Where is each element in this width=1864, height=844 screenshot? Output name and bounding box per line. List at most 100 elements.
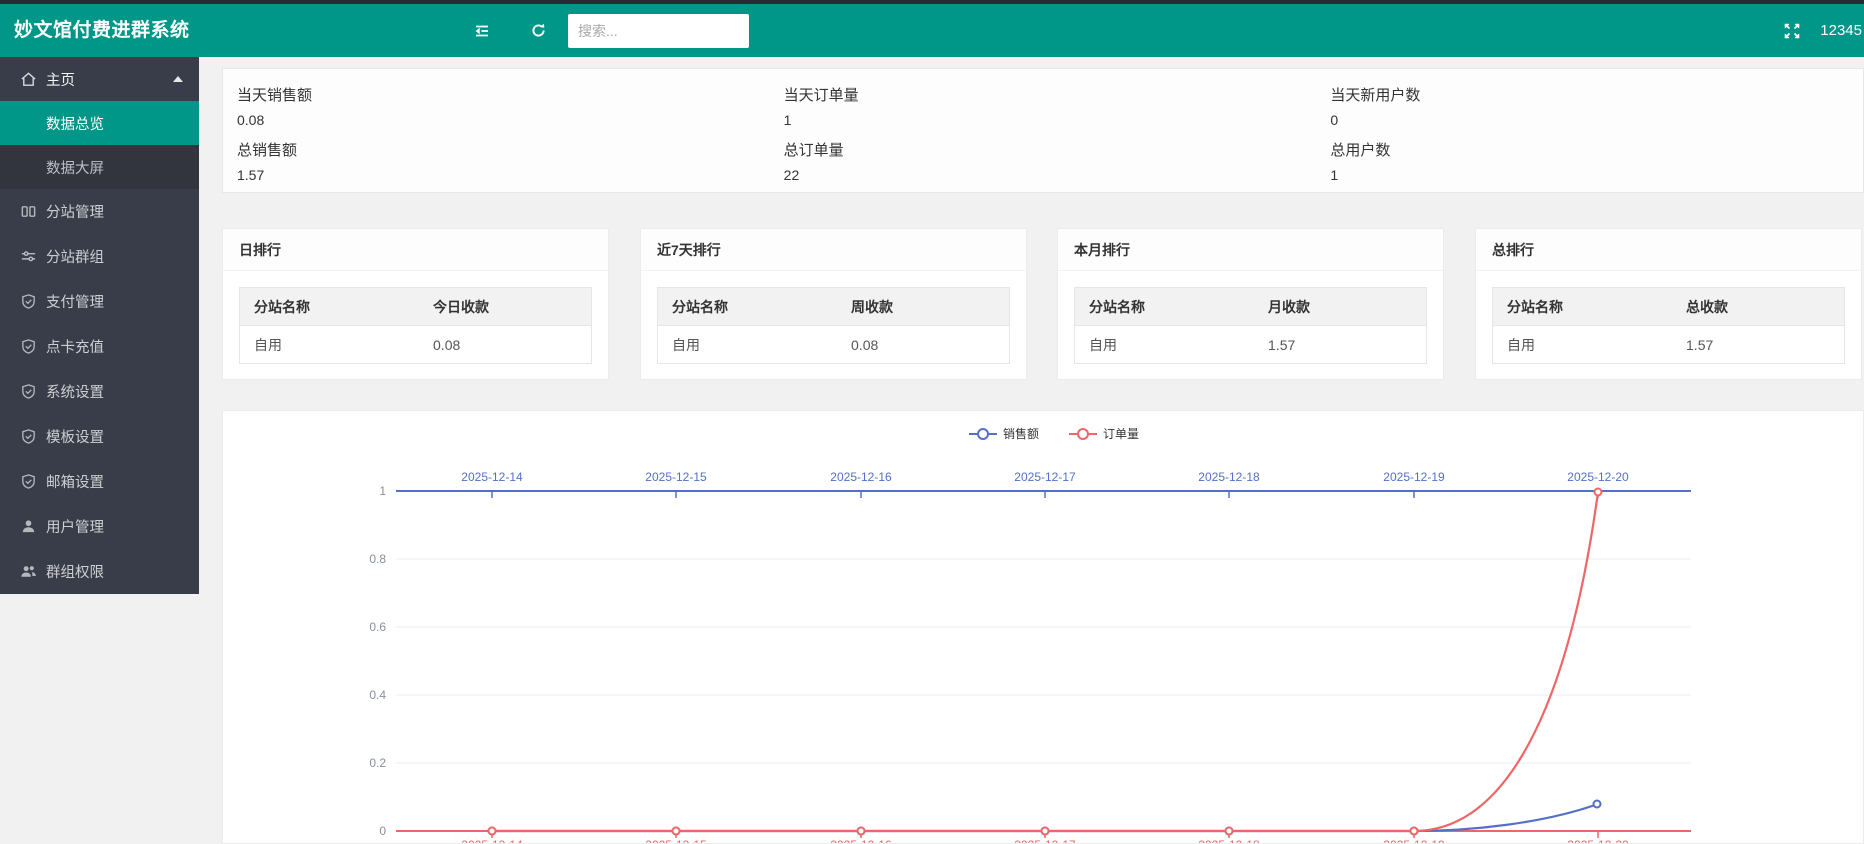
x-axis-top: 2025-12-14 2025-12-15 2025-12-16 2025-12… (396, 470, 1691, 498)
sidebar-item-label: 邮箱设置 (46, 471, 104, 492)
rank-card-title: 总排行 (1476, 229, 1861, 271)
x-axis-bottom-labels: 2025-12-14 2025-12-15 2025-12-16 2025-12… (461, 838, 1629, 844)
rank-col-header: 分站名称 (1075, 288, 1255, 326)
sidebar-item-mail-settings[interactable]: 邮箱设置 (0, 459, 199, 504)
rank-card-total: 总排行 分站名称 总收款 自用 1.57 (1475, 228, 1862, 380)
shield-check-icon (20, 428, 37, 445)
svg-text:2025-12-20: 2025-12-20 (1567, 470, 1629, 484)
rank-card-week: 近7天排行 分站名称 周收款 自用 0.08 (640, 228, 1027, 380)
stat-value: 0.08 (237, 112, 770, 128)
svg-text:0.2: 0.2 (369, 756, 386, 770)
orders-endpoint-marker (1595, 489, 1602, 496)
svg-text:0.6: 0.6 (369, 620, 386, 634)
svg-text:2025-12-15: 2025-12-15 (645, 838, 707, 844)
stat-col-users: 当天新用户数 0 总用户数 1 (1316, 69, 1863, 192)
sidebar-item-template-settings[interactable]: 模板设置 (0, 414, 199, 459)
stat-value: 1.57 (237, 167, 770, 183)
stat-label: 当天新用户数 (1330, 84, 1863, 105)
stat-label: 总用户数 (1330, 139, 1863, 160)
app-title: 妙文馆付费进群系统 (14, 4, 190, 57)
sales-endpoint-marker (1594, 801, 1601, 808)
svg-text:2025-12-15: 2025-12-15 (645, 470, 707, 484)
rank-cell-value: 0.08 (419, 326, 591, 364)
rank-cell-value: 1.57 (1254, 326, 1426, 364)
rank-col-header: 分站名称 (658, 288, 838, 326)
svg-text:1: 1 (379, 484, 386, 498)
home-icon (20, 71, 37, 88)
svg-text:销售额: 销售额 (1003, 426, 1039, 441)
rank-card-daily: 日排行 分站名称 今日收款 自用 0.08 (222, 228, 609, 380)
rank-cell-value: 1.57 (1672, 326, 1844, 364)
rank-card-title: 本月排行 (1058, 229, 1443, 271)
svg-text:2025-12-16: 2025-12-16 (830, 470, 892, 484)
stat-col-sales: 当天销售额 0.08 总销售额 1.57 (223, 69, 770, 192)
sidebar-item-substation-groups[interactable]: 分站群组 (0, 234, 199, 279)
rank-cell-name: 自用 (1075, 326, 1255, 364)
svg-text:0.8: 0.8 (369, 552, 386, 566)
stat-value: 1 (1330, 167, 1863, 183)
stat-col-orders: 当天订单量 1 总订单量 22 (770, 69, 1317, 192)
rank-cell-value: 0.08 (837, 326, 1009, 364)
svg-text:2025-12-18: 2025-12-18 (1198, 838, 1260, 844)
series-orders-line (489, 489, 1602, 835)
stat-label: 总订单量 (784, 139, 1317, 160)
app-header: 妙文馆付费进群系统 12345 (0, 4, 1864, 57)
svg-text:2025-12-17: 2025-12-17 (1014, 838, 1076, 844)
username-menu[interactable]: 12345 (1820, 4, 1862, 57)
sidebar-item-card-recharge[interactable]: 点卡充值 (0, 324, 199, 369)
collapse-menu-icon[interactable] (462, 4, 502, 57)
shield-check-icon (20, 383, 37, 400)
rank-cell-name: 自用 (1493, 326, 1673, 364)
menu-lines-icon (473, 22, 491, 40)
legend-item-sales[interactable]: 销售额 (969, 426, 1039, 441)
sidebar-item-label: 分站管理 (46, 201, 104, 222)
search-box (568, 14, 749, 48)
columns-icon (20, 203, 37, 220)
stat-value: 1 (784, 112, 1317, 128)
sidebar-item-user-manage[interactable]: 用户管理 (0, 504, 199, 549)
sidebar-item-system-settings[interactable]: 系统设置 (0, 369, 199, 414)
rank-cell-name: 自用 (240, 326, 420, 364)
rank-col-header: 今日收款 (419, 288, 591, 326)
expand-arrows-icon (1783, 22, 1801, 40)
sliders-icon (20, 248, 37, 265)
x-axis-top-labels: 2025-12-14 2025-12-15 2025-12-16 2025-12… (461, 470, 1629, 484)
table-row: 自用 0.08 (658, 326, 1010, 364)
sidebar-item-label: 系统设置 (46, 381, 104, 402)
table-row: 自用 1.57 (1075, 326, 1427, 364)
sidebar-item-label: 数据总览 (46, 113, 104, 134)
fullscreen-icon[interactable] (1772, 4, 1812, 57)
svg-text:2025-12-14: 2025-12-14 (461, 470, 523, 484)
refresh-arrow-icon (530, 22, 547, 39)
sidebar-item-substation-manage[interactable]: 分站管理 (0, 189, 199, 234)
shield-check-icon (20, 473, 37, 490)
stat-label: 总销售额 (237, 139, 770, 160)
stat-label: 当天订单量 (784, 84, 1317, 105)
chart-legend: 销售额 订单量 (969, 426, 1139, 441)
search-input[interactable] (568, 14, 749, 48)
svg-text:0.4: 0.4 (369, 688, 386, 702)
rank-col-header: 周收款 (837, 288, 1009, 326)
svg-text:2025-12-16: 2025-12-16 (830, 838, 892, 844)
table-row: 自用 0.08 (240, 326, 592, 364)
line-chart: 销售额 订单量 1 0.8 0.6 0.4 0.2 0 (223, 411, 1864, 844)
sidebar-item-data-overview[interactable]: 数据总览 (0, 101, 199, 145)
sidebar-item-home[interactable]: 主页 (0, 57, 199, 101)
sidebar-item-label: 点卡充值 (46, 336, 104, 357)
users-icon (20, 563, 37, 580)
svg-text:2025-12-19: 2025-12-19 (1383, 470, 1445, 484)
rank-card-month: 本月排行 分站名称 月收款 自用 1.57 (1057, 228, 1444, 380)
sidebar-item-data-screen[interactable]: 数据大屏 (0, 145, 199, 189)
rank-col-header: 总收款 (1672, 288, 1844, 326)
sidebar-item-label: 用户管理 (46, 516, 104, 537)
sidebar-item-payment-manage[interactable]: 支付管理 (0, 279, 199, 324)
sidebar-item-label: 支付管理 (46, 291, 104, 312)
sidebar-nav: 主页 数据总览 数据大屏 分站管理 分站群组 支付管理 (0, 57, 199, 594)
sidebar-item-group-permission[interactable]: 群组权限 (0, 549, 199, 594)
rank-table: 分站名称 总收款 自用 1.57 (1492, 287, 1845, 364)
legend-item-orders[interactable]: 订单量 (1069, 427, 1139, 441)
rank-col-header: 分站名称 (1493, 288, 1673, 326)
rank-table: 分站名称 月收款 自用 1.57 (1074, 287, 1427, 364)
svg-text:2025-12-14: 2025-12-14 (461, 838, 523, 844)
refresh-icon[interactable] (518, 4, 558, 57)
